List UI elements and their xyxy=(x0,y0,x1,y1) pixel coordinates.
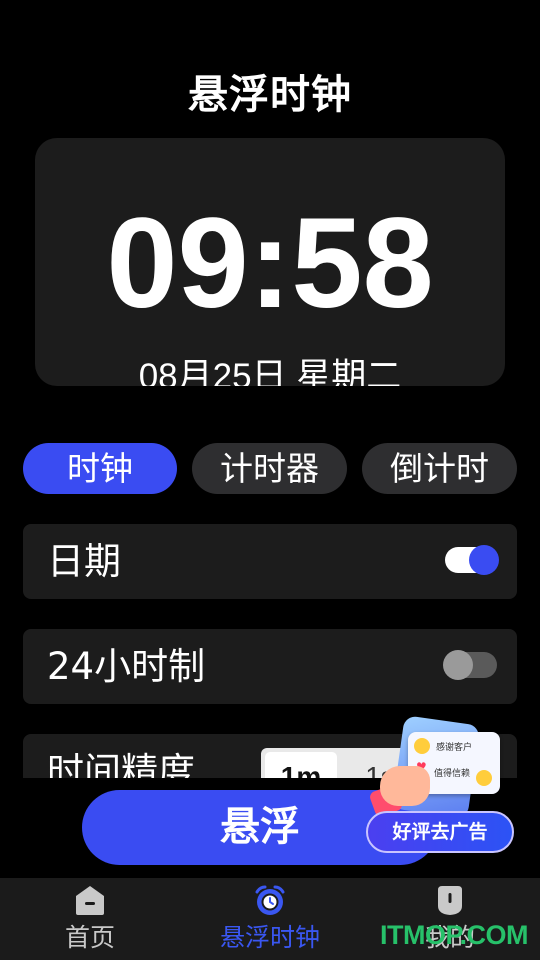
toggle-knob xyxy=(443,650,473,680)
thumbs-emoji-icon xyxy=(476,770,492,786)
hour24-setting-label: 24小时制 xyxy=(47,645,206,688)
nav-item-float-clock[interactable]: 悬浮时钟 xyxy=(180,878,360,960)
toggle-knob xyxy=(469,545,499,575)
precision-setting-label: 时间精度 xyxy=(47,750,195,778)
page-title: 悬浮时钟 xyxy=(188,72,352,118)
tab-countdown[interactable]: 倒计时 xyxy=(362,443,517,494)
tab-timer[interactable]: 计时器 xyxy=(192,443,347,494)
mode-tabs: 时钟 计时器 倒计时 xyxy=(23,443,517,494)
nav-label-home: 首页 xyxy=(64,923,115,952)
clock-date: 08月25日 星期二 xyxy=(138,357,402,386)
hand-illustration xyxy=(380,766,430,806)
watermark: ITMOP.COM xyxy=(380,920,529,950)
tab-clock[interactable]: 时钟 xyxy=(23,443,177,494)
hour24-setting-row: 24小时制 xyxy=(23,629,517,704)
home-icon xyxy=(76,886,104,915)
date-setting-label: 日期 xyxy=(47,540,121,583)
alarm-clock-icon xyxy=(255,885,285,915)
bubble-text-1: 感谢客户 xyxy=(436,743,473,753)
precision-option-1m[interactable]: 1m xyxy=(265,752,337,778)
clock-preview-card: 09:58 08月25日 星期二 xyxy=(35,138,505,386)
date-toggle[interactable] xyxy=(445,545,499,575)
date-setting-row: 日期 xyxy=(23,524,517,599)
bubble-text-2: 值得信赖 xyxy=(434,769,471,779)
clock-time: 09:58 xyxy=(106,192,434,335)
profile-icon xyxy=(438,886,462,915)
nav-item-home[interactable]: 首页 xyxy=(0,878,180,960)
smile-emoji-icon xyxy=(414,738,430,754)
nav-label-float-clock: 悬浮时钟 xyxy=(219,923,320,952)
remove-ads-button[interactable]: 好评去广告 xyxy=(366,811,514,853)
hour24-toggle[interactable] xyxy=(443,650,497,680)
remove-ads-promo[interactable]: 感谢客户 值得信赖 ♥ 好评去广告 xyxy=(366,715,516,856)
